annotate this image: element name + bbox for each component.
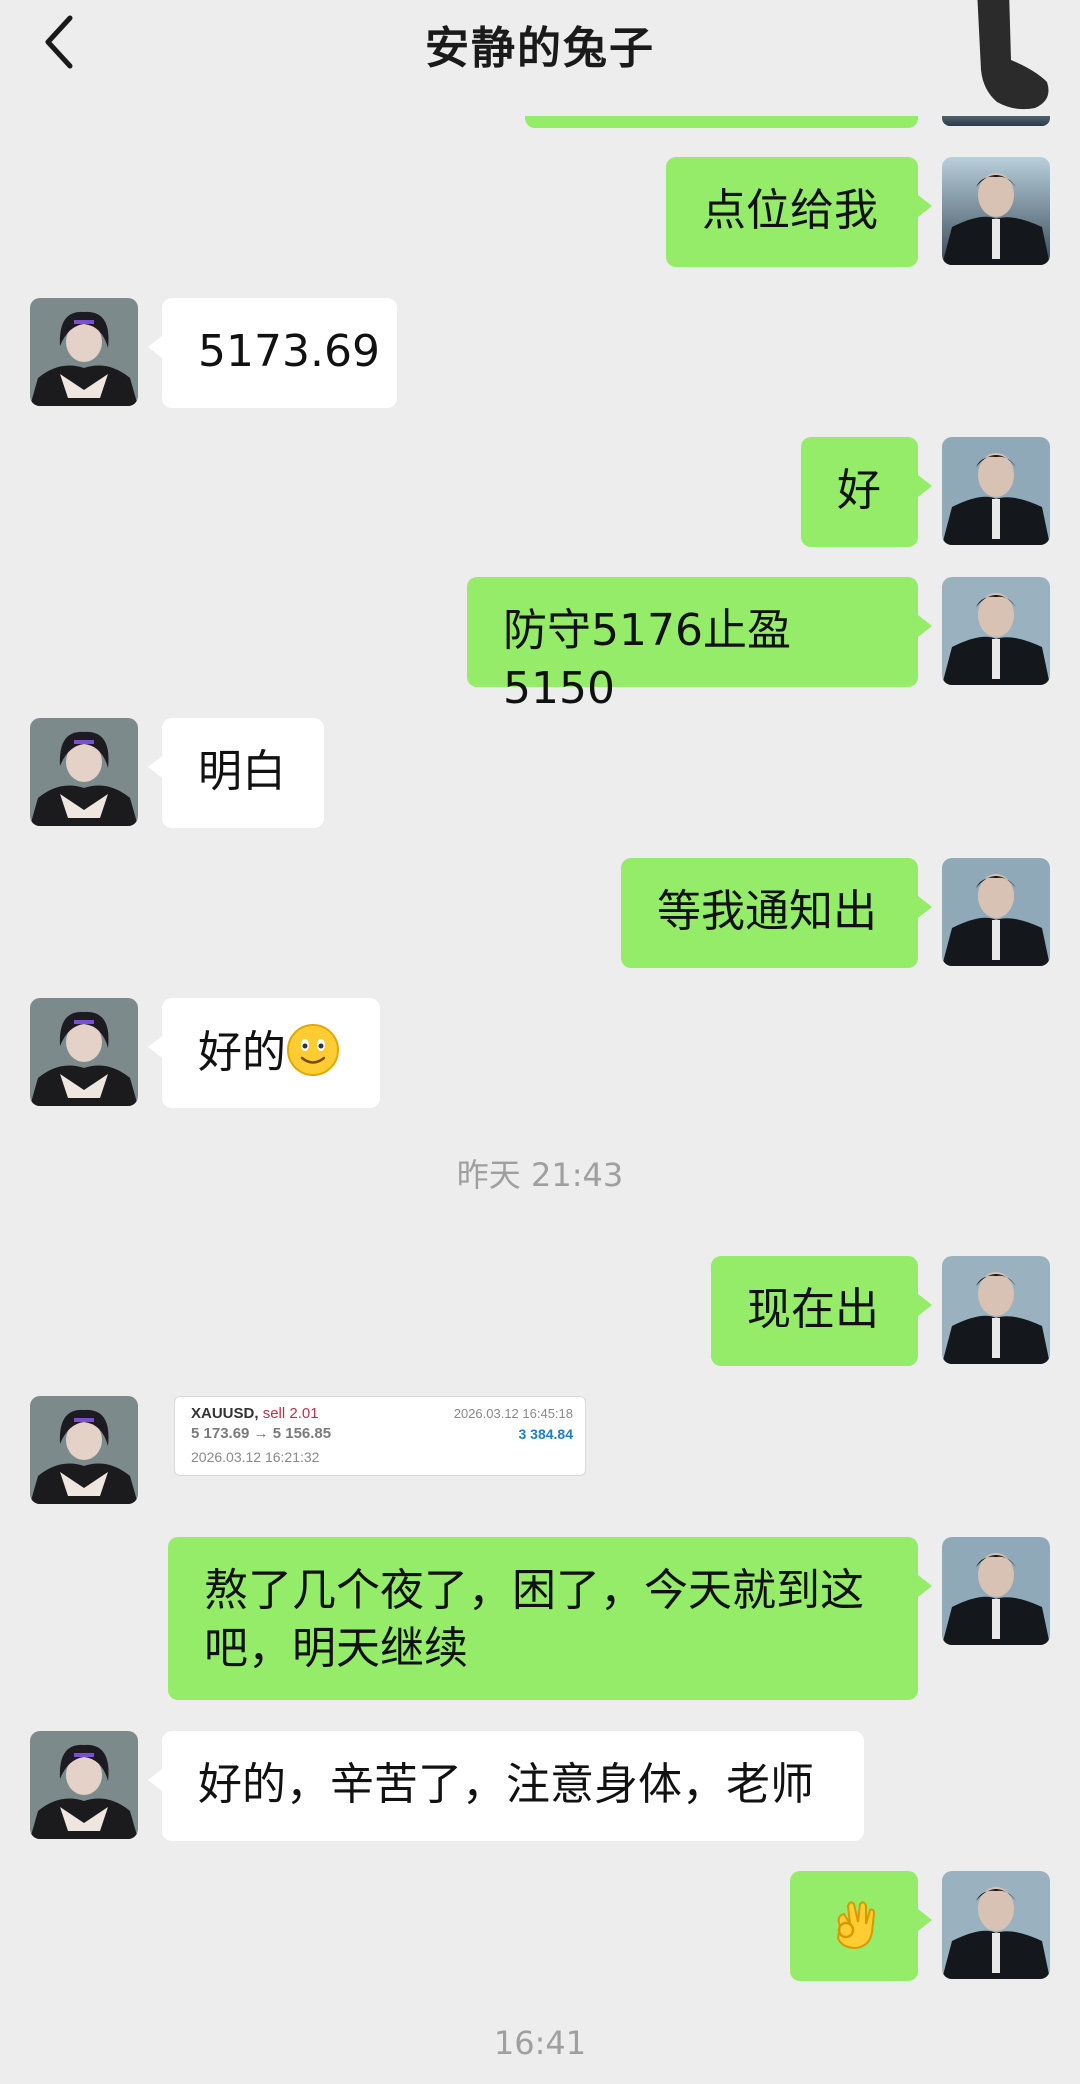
avatar-contact[interactable] xyxy=(30,1731,138,1839)
message-bubble-sent[interactable]: 好 xyxy=(801,437,932,547)
message-text: 好的，辛苦了，注意身体，老师 xyxy=(198,1759,814,1810)
avatar-contact[interactable] xyxy=(30,1396,138,1504)
avatar-contact[interactable] xyxy=(30,298,138,406)
avatar-me[interactable] xyxy=(942,577,1050,685)
avatar-me[interactable] xyxy=(942,157,1050,265)
message-bubble-received[interactable]: 5173.69 xyxy=(148,298,397,408)
message-text: 熬了几个夜了，困了，今天就到这吧，明天继续 xyxy=(204,1565,864,1674)
message-bubble-sent[interactable]: 防守5176止盈5150 xyxy=(467,577,932,714)
message-bubble-received[interactable]: 好的 xyxy=(148,998,380,1108)
trade-profit: 3 384.84 xyxy=(518,1426,574,1442)
trade-close-time: 2026.03.12 16:45:18 xyxy=(453,1406,573,1421)
avatar-me[interactable] xyxy=(942,1871,1050,1979)
message-bubble-received[interactable]: 好的，辛苦了，注意身体，老师 xyxy=(148,1731,864,1841)
message-bubble-sent[interactable]: 等我通知出 xyxy=(621,858,932,968)
trade-prices: 5 173.69 → 5 156.85 xyxy=(191,1425,332,1442)
timestamp: 16:41 xyxy=(493,2024,587,2062)
avatar-me[interactable] xyxy=(942,437,1050,545)
trade-screenshot-message[interactable]: XAUUSD, sell 2.01 2026.03.12 16:45:18 5 … xyxy=(174,1396,586,1476)
timestamp: 昨天 21:43 xyxy=(456,1156,624,1194)
message-text: 现在出 xyxy=(747,1284,879,1335)
trade-side: sell 2.01 xyxy=(262,1405,319,1422)
message-text: 等我通知出 xyxy=(657,886,877,937)
stylus-overlay xyxy=(977,0,1049,110)
message-bubble-sent[interactable]: 现在出 xyxy=(711,1256,932,1366)
trade-symbol: XAUUSD, sell 2.01 xyxy=(191,1405,319,1422)
ok-hand-icon xyxy=(836,1901,876,1950)
message-text: 好 xyxy=(837,465,881,516)
message-bubble-received[interactable]: 明白 xyxy=(148,718,324,828)
message-text: 防守5176止盈5150 xyxy=(503,605,791,714)
avatar-me[interactable] xyxy=(942,858,1050,966)
message-bubble-sent[interactable] xyxy=(790,1871,932,1981)
message-text: 好的 xyxy=(198,1027,286,1078)
message-text: 5173.69 xyxy=(198,326,380,377)
message-bubble-sent[interactable]: 点位给我 xyxy=(666,157,932,267)
chat-header: 安静的兔子 xyxy=(0,0,1080,116)
avatar-me[interactable] xyxy=(942,1256,1050,1364)
avatar-contact[interactable] xyxy=(30,998,138,1106)
avatar-contact[interactable] xyxy=(30,718,138,826)
message-bubble-sent[interactable]: 熬了几个夜了，困了，今天就到这吧，明天继续 xyxy=(168,1537,932,1700)
slightly-smiling-face-icon xyxy=(287,1024,339,1076)
message-text: 点位给我 xyxy=(702,185,878,236)
avatar-me[interactable] xyxy=(942,1537,1050,1645)
chat-title: 安静的兔子 xyxy=(425,23,655,74)
trade-open-time: 2026.03.12 16:21:32 xyxy=(191,1449,320,1465)
message-text: 明白 xyxy=(198,746,286,797)
